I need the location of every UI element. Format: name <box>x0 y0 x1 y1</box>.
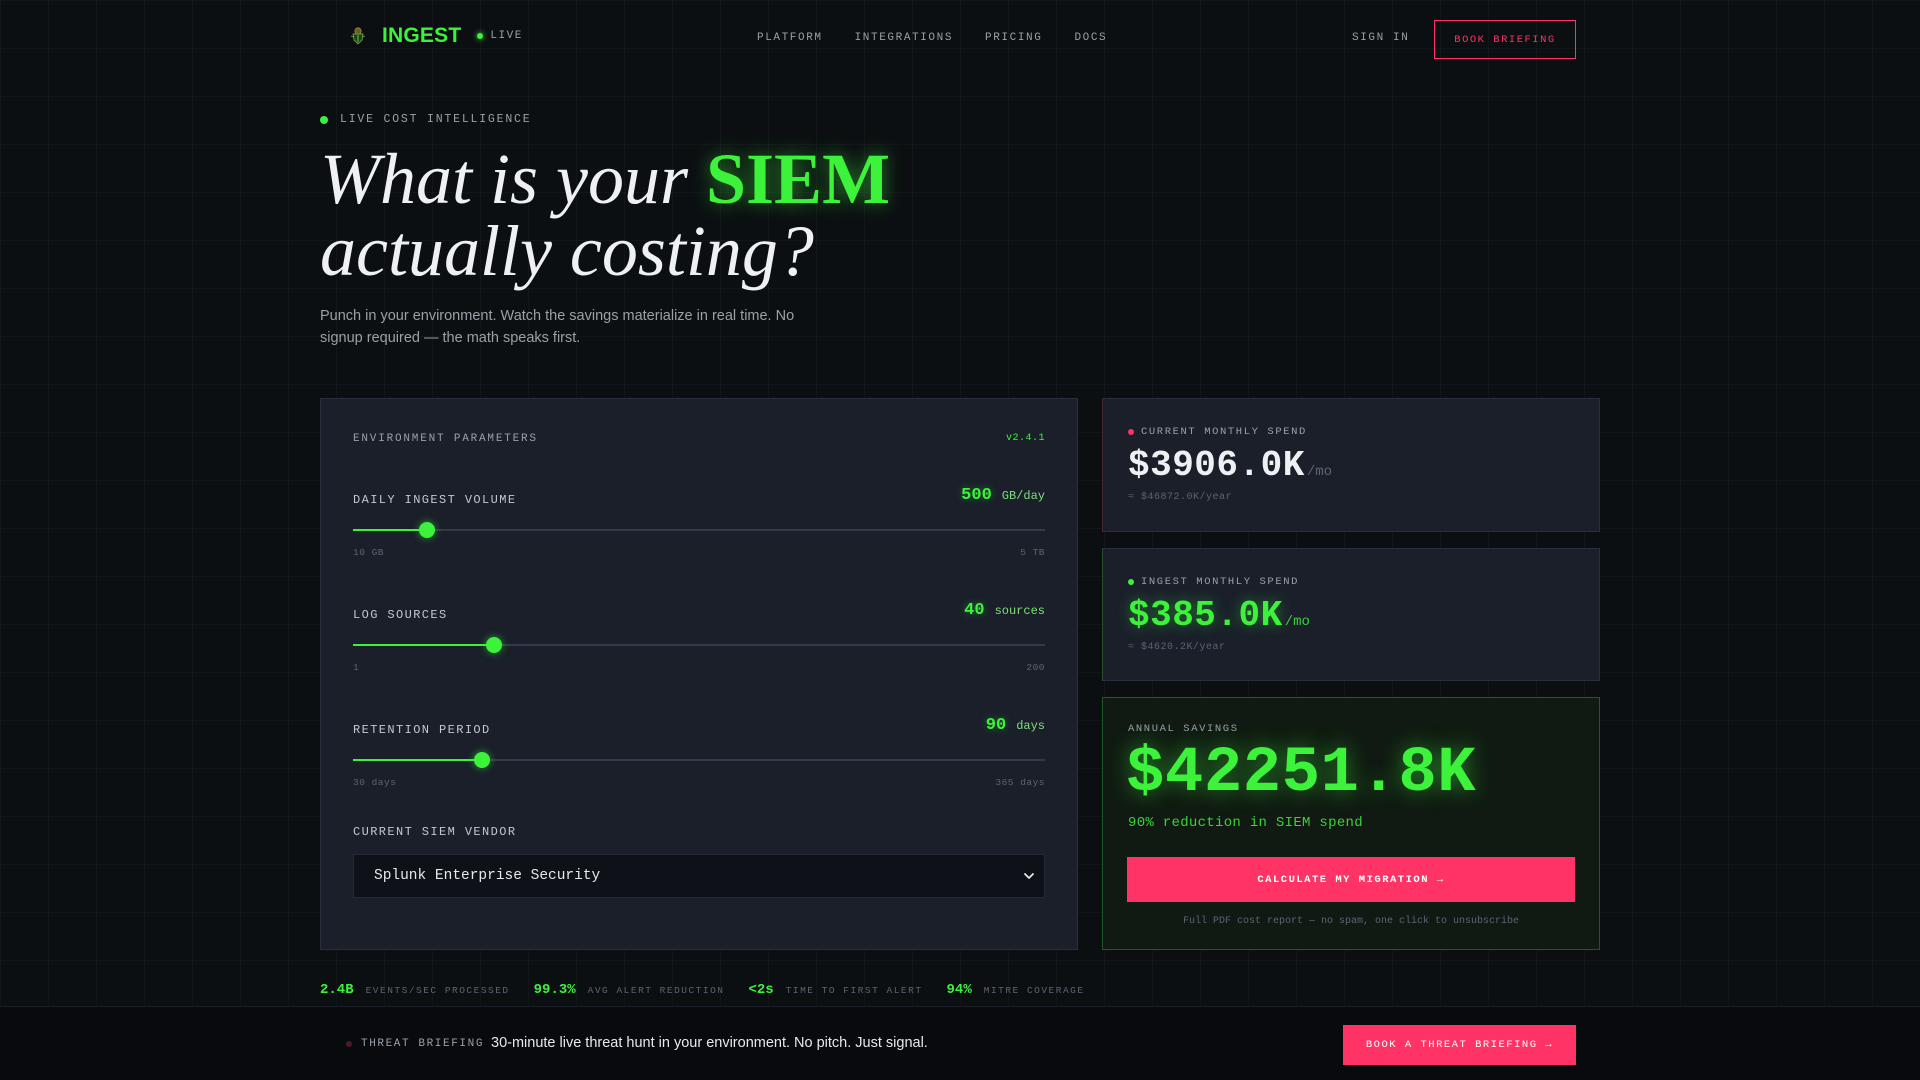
ingest-amount: $385.0K <box>1128 595 1283 636</box>
stat-label: TIME TO FIRST ALERT <box>785 985 923 996</box>
vendor-select[interactable]: Splunk Enterprise Security <box>353 854 1045 898</box>
card-amount: $3906.0K /mo <box>1128 445 1332 486</box>
nav-link-platform[interactable]: PLATFORM <box>757 32 823 44</box>
stat-label: MITRE COVERAGE <box>983 985 1085 996</box>
page-title: What is your SIEM actually costing? <box>320 143 890 287</box>
book-briefing-button[interactable]: BOOK BRIEFING <box>1434 20 1576 59</box>
top-nav: INGEST LIVE PLATFORM INTEGRATIONS PRICIN… <box>0 0 1920 78</box>
slider-fill <box>353 759 482 761</box>
range-min: 30 days <box>353 777 397 788</box>
live-badge: LIVE <box>477 30 522 42</box>
stat-value: 94% <box>946 982 972 998</box>
brand-name: INGEST <box>382 24 462 47</box>
nav-links: PLATFORM INTEGRATIONS PRICING DOCS <box>757 32 1139 44</box>
slider-fill <box>353 529 428 531</box>
retention-slider[interactable] <box>353 752 1045 768</box>
card-label-text: CURRENT MONTHLY SPEND <box>1141 426 1307 438</box>
period-unit: /mo <box>1284 614 1310 630</box>
headline-line2: actually costing? <box>320 211 814 291</box>
fine-print: Full PDF cost report — no spam, one clic… <box>1182 916 1520 927</box>
vendor-selected-value: Splunk Enterprise Security <box>374 868 601 884</box>
period-unit: /mo <box>1306 464 1333 480</box>
param-label: RETENTION PERIOD <box>353 723 491 737</box>
log-sources-slider[interactable] <box>353 637 1045 653</box>
threat-briefing-bar: THREAT BRIEFING 30-minute live threat hu… <box>0 1006 1920 1080</box>
param-label: LOG SOURCES <box>353 608 448 622</box>
shield-bug-icon <box>350 27 366 45</box>
status-dot-icon <box>320 115 328 124</box>
range-max: 365 days <box>995 777 1045 788</box>
status-dot-icon <box>1128 429 1134 435</box>
param-value: 500 GB/day <box>961 486 1045 505</box>
range-max: 200 <box>1026 662 1045 673</box>
param-number: 40 <box>964 601 985 620</box>
nav-link-pricing[interactable]: PRICING <box>985 32 1042 44</box>
stat-item: 2.4B EVENTS/SEC PROCESSED <box>320 982 510 998</box>
slider-thumb[interactable] <box>486 637 503 653</box>
panel-title: ENVIRONMENT PARAMETERS <box>353 433 538 445</box>
book-threat-briefing-button[interactable]: BOOK A THREAT BRIEFING → <box>1343 1025 1576 1065</box>
card-label-text: INGEST MONTHLY SPEND <box>1141 576 1300 588</box>
stat-item: 99.3% AVG ALERT REDUCTION <box>534 982 725 998</box>
calculate-migration-button[interactable]: CALCULATE MY MIGRATION → <box>1127 857 1575 902</box>
slider-thumb[interactable] <box>419 522 436 538</box>
param-value: 90 days <box>986 716 1045 735</box>
param-unit: sources <box>994 604 1045 618</box>
range-max: 5 TB <box>1020 547 1045 558</box>
param-number: 500 <box>961 486 992 505</box>
slider-fill <box>353 644 495 646</box>
hero-subtext: Punch in your environment. Watch the sav… <box>320 308 795 346</box>
savings-label: ANNUAL SAVINGS <box>1128 723 1239 735</box>
stat-value: 2.4B <box>320 982 354 998</box>
stat-label: EVENTS/SEC PROCESSED <box>365 985 510 996</box>
stat-item: <2s TIME TO FIRST ALERT <box>748 982 922 998</box>
version-badge: v2.4.1 <box>1005 433 1045 444</box>
yearly-amount: ≈ $46872.0K/year <box>1128 492 1233 503</box>
param-number: 90 <box>985 716 1007 735</box>
card-label: CURRENT MONTHLY SPEND <box>1128 426 1307 438</box>
reduction-text: 90% reduction in SIEM spend <box>1128 815 1363 831</box>
annual-savings-card: ANNUAL SAVINGS $42251.8K 90% reduction i… <box>1102 697 1600 950</box>
current-amount: $3906.0K <box>1128 445 1305 486</box>
range-min: 1 <box>353 662 360 673</box>
ingest-volume-slider[interactable] <box>353 522 1045 538</box>
nav-link-docs[interactable]: DOCS <box>1074 32 1107 44</box>
stat-label: AVG ALERT REDUCTION <box>587 985 725 996</box>
stat-value: <2s <box>748 982 774 998</box>
param-value: 40 sources <box>964 601 1045 620</box>
status-dot-icon <box>346 1041 352 1047</box>
param-unit: days <box>1016 719 1045 733</box>
bar-label: THREAT BRIEFING <box>346 1038 484 1050</box>
nav-link-integrations[interactable]: INTEGRATIONS <box>855 32 953 44</box>
chevron-down-icon <box>1024 873 1034 879</box>
card-label: INGEST MONTHLY SPEND <box>1128 576 1299 588</box>
bar-label-text: THREAT BRIEFING <box>361 1038 485 1050</box>
environment-panel: ENVIRONMENT PARAMETERS v2.4.1 DAILY INGE… <box>320 398 1078 950</box>
stat-value: 99.3% <box>533 982 576 998</box>
stat-item: 94% MITRE COVERAGE <box>947 982 1085 998</box>
ingest-spend-card: INGEST MONTHLY SPEND $385.0K /mo ≈ $4620… <box>1102 548 1600 681</box>
slider-thumb[interactable] <box>473 752 490 768</box>
card-amount: $385.0K /mo <box>1128 595 1310 636</box>
sign-in-link[interactable]: SIGN IN <box>1352 32 1409 44</box>
savings-amount: $42251.8K <box>1126 738 1477 810</box>
headline-prefix: What is your <box>320 139 688 219</box>
range-min: 10 GB <box>353 547 385 558</box>
status-dot-icon <box>1128 579 1134 585</box>
current-spend-card: CURRENT MONTHLY SPEND $3906.0K /mo ≈ $46… <box>1102 398 1600 532</box>
headline-accent: SIEM <box>705 139 891 219</box>
hero-eyebrow: LIVE COST INTELLIGENCE <box>320 113 531 126</box>
yearly-amount: ≈ $4620.2K/year <box>1128 642 1226 653</box>
param-unit: GB/day <box>1001 489 1045 503</box>
stats-row: 2.4B EVENTS/SEC PROCESSED 99.3% AVG ALER… <box>320 982 1109 998</box>
live-label: LIVE <box>490 30 523 42</box>
logo[interactable]: INGEST LIVE <box>348 24 523 48</box>
param-label: DAILY INGEST VOLUME <box>353 493 517 507</box>
bar-text: 30-minute live threat hunt in your envir… <box>491 1035 928 1051</box>
live-dot-icon <box>477 33 484 39</box>
vendor-label: CURRENT SIEM VENDOR <box>353 825 517 839</box>
eyebrow-text: LIVE COST INTELLIGENCE <box>340 113 532 126</box>
